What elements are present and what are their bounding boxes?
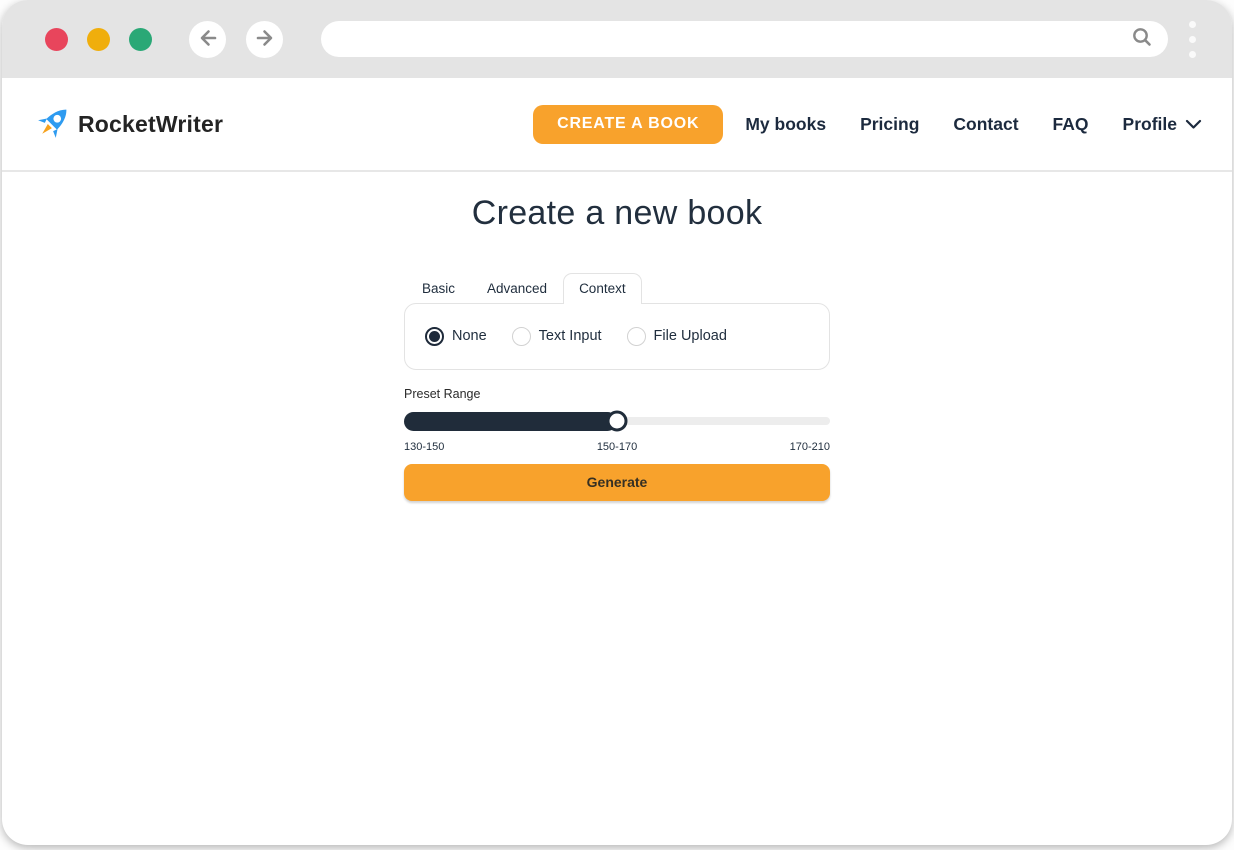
site-header: RocketWriter CREATE A BOOK My books Pric… — [2, 78, 1232, 172]
slider-fill — [404, 412, 617, 431]
radio-option-file-upload[interactable]: File Upload — [627, 327, 727, 346]
search-icon[interactable] — [1130, 25, 1154, 54]
preset-range-label: Preset Range — [404, 387, 830, 401]
radio-text-input-control[interactable] — [512, 327, 531, 346]
context-panel: None Text Input File Upload — [404, 303, 830, 370]
main-content: Create a new book Basic Advanced Context… — [2, 172, 1232, 501]
radio-option-text-input[interactable]: Text Input — [512, 327, 602, 346]
browser-window: RocketWriter CREATE A BOOK My books Pric… — [2, 0, 1232, 845]
tick-label-mid: 150-170 — [597, 441, 637, 453]
slider-thumb[interactable] — [607, 411, 628, 432]
tick-label-low: 130-150 — [404, 441, 444, 453]
top-nav: CREATE A BOOK My books Pricing Contact F… — [533, 105, 1202, 144]
nav-item-faq[interactable]: FAQ — [1053, 114, 1089, 135]
nav-item-my-books[interactable]: My books — [745, 114, 826, 135]
preset-range-section: Preset Range 130-150 150-170 170-210 — [404, 387, 830, 453]
forward-button[interactable] — [246, 21, 283, 58]
slider-tick-labels: 130-150 150-170 170-210 — [404, 441, 830, 453]
profile-label: Profile — [1123, 114, 1177, 135]
tab-context[interactable]: Context — [563, 273, 642, 304]
close-window-button[interactable] — [45, 28, 68, 51]
create-book-form: Basic Advanced Context None Text Input F… — [404, 233, 830, 501]
back-arrow-icon — [196, 26, 220, 53]
zoom-window-button[interactable] — [129, 28, 152, 51]
radio-file-upload-label: File Upload — [654, 328, 727, 344]
page-title: Create a new book — [2, 194, 1232, 233]
brand-logo[interactable]: RocketWriter — [34, 102, 223, 147]
radio-none-control[interactable] — [425, 327, 444, 346]
url-bar[interactable] — [321, 21, 1168, 57]
tab-bar: Basic Advanced Context — [404, 273, 830, 303]
radio-text-input-label: Text Input — [539, 328, 602, 344]
tab-advanced[interactable]: Advanced — [471, 273, 563, 303]
chevron-down-icon — [1185, 114, 1202, 135]
nav-item-contact[interactable]: Contact — [953, 114, 1018, 135]
tick-label-high: 170-210 — [790, 441, 830, 453]
radio-none-label: None — [452, 328, 487, 344]
generate-button[interactable]: Generate — [404, 464, 830, 501]
preset-range-slider[interactable] — [404, 411, 830, 432]
radio-file-upload-control[interactable] — [627, 327, 646, 346]
url-input[interactable] — [339, 31, 1130, 47]
tab-basic[interactable]: Basic — [406, 273, 471, 303]
browser-menu-icon[interactable] — [1180, 17, 1204, 62]
brand-name: RocketWriter — [78, 111, 223, 138]
back-button[interactable] — [189, 21, 226, 58]
radio-option-none[interactable]: None — [425, 327, 487, 346]
browser-chrome — [2, 0, 1232, 78]
minimize-window-button[interactable] — [87, 28, 110, 51]
traffic-lights — [45, 28, 152, 51]
nav-item-pricing[interactable]: Pricing — [860, 114, 919, 135]
nav-item-profile[interactable]: Profile — [1123, 114, 1202, 135]
rocket-icon — [34, 102, 74, 147]
create-a-book-button[interactable]: CREATE A BOOK — [533, 105, 723, 144]
forward-arrow-icon — [253, 26, 277, 53]
